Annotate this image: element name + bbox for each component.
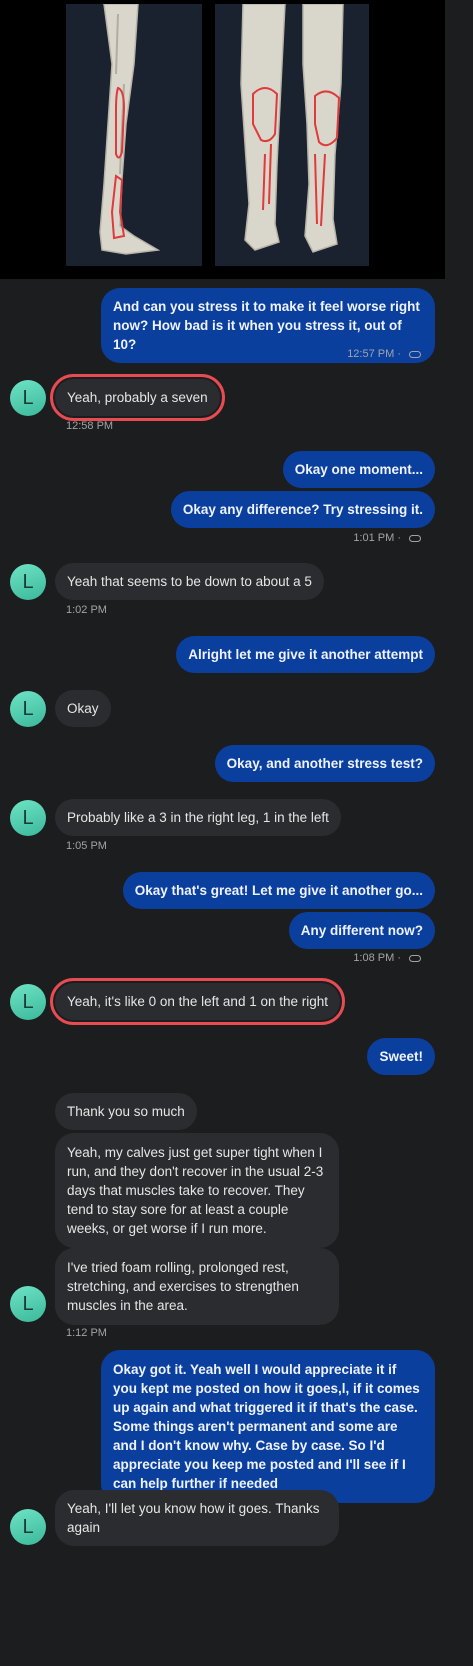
- message-in-3[interactable]: Okay: [55, 690, 111, 727]
- shared-image-strip[interactable]: [0, 0, 445, 279]
- avatar[interactable]: L: [10, 984, 46, 1020]
- message-in-8[interactable]: I've tried foam rolling, prolonged rest,…: [55, 1248, 339, 1325]
- link-icon: [409, 534, 421, 542]
- timestamp: 1:01 PM ·: [353, 532, 421, 544]
- timestamp: 1:02 PM: [66, 604, 107, 616]
- avatar[interactable]: L: [10, 564, 46, 600]
- message-out-8[interactable]: Sweet!: [367, 1038, 435, 1075]
- message-in-6[interactable]: Thank you so much: [55, 1093, 197, 1130]
- leg-posterior-image[interactable]: [215, 4, 369, 266]
- message-in-7[interactable]: Yeah, my calves just get super tight whe…: [55, 1133, 339, 1248]
- message-in-4[interactable]: Probably like a 3 in the right leg, 1 in…: [55, 799, 341, 836]
- message-out-2[interactable]: Okay one moment...: [282, 451, 435, 488]
- message-out-7[interactable]: Any different now?: [288, 912, 435, 949]
- message-in-2[interactable]: Yeah that seems to be down to about a 5: [55, 563, 324, 600]
- avatar[interactable]: L: [10, 380, 46, 416]
- timestamp: 12:58 PM: [66, 420, 114, 432]
- avatar[interactable]: L: [10, 1509, 46, 1545]
- avatar[interactable]: L: [10, 800, 46, 836]
- message-out-4[interactable]: Alright let me give it another attempt: [176, 636, 435, 673]
- link-icon: [409, 350, 421, 358]
- message-out-5[interactable]: Okay, and another stress test?: [214, 745, 435, 782]
- message-out-9[interactable]: Okay got it. Yeah well I would appreciat…: [101, 1350, 435, 1503]
- link-icon: [409, 954, 421, 962]
- timestamp: 1:05 PM: [66, 840, 107, 852]
- message-in-5[interactable]: Yeah, it's like 0 on the left and 1 on t…: [49, 978, 346, 1025]
- message-in-1[interactable]: Yeah, probably a seven: [50, 374, 225, 421]
- avatar[interactable]: L: [10, 691, 46, 727]
- avatar[interactable]: L: [10, 1286, 46, 1322]
- message-out-6[interactable]: Okay that's great! Let me give it anothe…: [122, 872, 435, 909]
- timestamp: 12:57 PM ·: [347, 348, 421, 360]
- message-in-9[interactable]: Yeah, I'll let you know how it goes. Tha…: [55, 1490, 339, 1546]
- leg-lateral-image[interactable]: [66, 4, 202, 266]
- message-out-3[interactable]: Okay any difference? Try stressing it.: [170, 491, 435, 528]
- timestamp: 1:12 PM: [66, 1327, 107, 1339]
- timestamp: 1:08 PM ·: [353, 952, 421, 964]
